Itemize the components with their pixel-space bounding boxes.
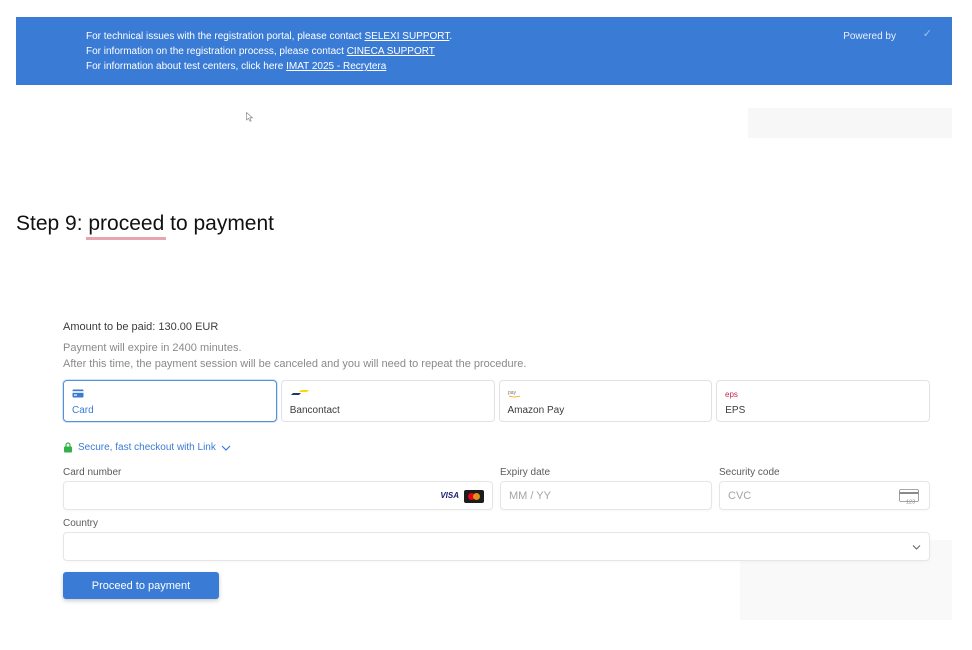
step-heading: Step 9: proceed to payment — [16, 212, 274, 235]
method-label: Amazon Pay — [507, 405, 565, 416]
proceed-to-payment-button[interactable]: Proceed to payment — [63, 572, 219, 599]
link-checkout-text: Secure, fast checkout with Link — [78, 442, 216, 453]
expire-line: Payment will expire in 2400 minutes. — [63, 342, 242, 354]
card-number-label: Card number — [63, 467, 122, 478]
banner-line3-text: For information about test centers, clic… — [86, 61, 287, 72]
banner-line-centers: For information about test centers, clic… — [86, 59, 452, 74]
expiry-label: Expiry date — [500, 467, 551, 478]
country-select[interactable] — [63, 532, 930, 561]
chevron-down-icon — [912, 545, 921, 550]
cvc-placeholder: CVC — [728, 489, 752, 502]
method-amazon-pay[interactable]: pay Amazon Pay — [498, 380, 713, 422]
cineca-support-link[interactable]: CINECA SUPPORT — [347, 46, 435, 57]
banner-line2-text: For information on the registration proc… — [86, 46, 347, 57]
expire-notice: Payment will expire in 2400 minutes. Aft… — [63, 340, 526, 372]
imat-recrytera-link[interactable]: IMAT 2025 - Recrytera — [286, 61, 386, 72]
link-checkout-toggle[interactable]: Secure, fast checkout with Link — [63, 442, 231, 453]
powered-by-logo: ✓ — [902, 28, 934, 42]
svg-text:pay: pay — [508, 390, 517, 396]
method-eps[interactable]: eps EPS — [716, 380, 930, 422]
blurred-area — [748, 108, 952, 138]
bancontact-icon — [290, 390, 309, 395]
banner-line-technical: For technical issues with the registrati… — [86, 29, 452, 44]
card-number-input[interactable]: VISA — [63, 481, 493, 510]
expiry-placeholder: MM / YY — [509, 489, 551, 502]
svg-text:eps: eps — [725, 390, 738, 399]
expire-warning: After this time, the payment session wil… — [63, 358, 527, 370]
powered-by: Powered by ✓ — [843, 28, 934, 42]
selexi-support-link[interactable]: SELEXI SUPPORT — [364, 31, 449, 42]
checkmark-icon: ✓ — [922, 28, 932, 40]
security-code-label: Security code — [719, 467, 780, 478]
spellcheck-underline — [86, 237, 166, 240]
cvc-card-icon: 123 — [899, 489, 919, 505]
eps-icon: eps — [725, 390, 738, 399]
banner-line-process: For information on the registration proc… — [86, 44, 452, 59]
expiry-input[interactable]: MM / YY — [500, 481, 712, 510]
amount-text: Amount to be paid: 130.00 EUR — [63, 321, 219, 333]
method-label: EPS — [725, 405, 746, 416]
amazon-pay-icon: pay — [508, 390, 520, 398]
method-bancontact[interactable]: Bancontact — [280, 380, 495, 422]
banner-line1-text: For technical issues with the registrati… — [86, 31, 365, 42]
method-label: Card — [72, 405, 94, 416]
lock-icon — [64, 442, 72, 453]
card-icon — [72, 389, 84, 398]
cvc-icon-digits: 123 — [906, 500, 915, 505]
payment-methods: Card Bancontact pay Amazon Pay eps EPS — [63, 380, 930, 422]
banner-text: For technical issues with the registrati… — [86, 29, 452, 74]
country-label: Country — [63, 518, 99, 529]
info-banner: For technical issues with the registrati… — [16, 17, 952, 85]
security-code-input[interactable]: CVC 123 — [719, 481, 930, 510]
method-card[interactable]: Card — [63, 380, 277, 422]
visa-icon: VISA — [440, 491, 459, 500]
mouse-cursor-icon — [246, 112, 254, 122]
card-brand-logos: VISA — [438, 490, 484, 503]
chevron-down-icon — [221, 445, 231, 451]
banner-line1-suffix: . — [449, 31, 453, 42]
powered-by-label: Powered by — [843, 30, 896, 42]
method-label: Bancontact — [289, 405, 340, 416]
mastercard-icon — [464, 490, 484, 503]
